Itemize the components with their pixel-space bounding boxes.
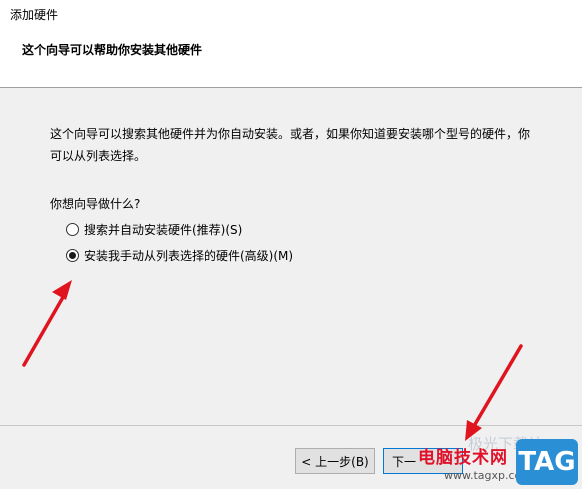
window-title: 添加硬件 xyxy=(10,8,59,22)
wizard-heading: 这个向导可以帮助你安装其他硬件 xyxy=(22,43,203,57)
description-line-2: 可以从列表选择。 xyxy=(50,149,147,163)
radio-manual-install[interactable] xyxy=(66,249,79,262)
radio-auto-search[interactable] xyxy=(66,223,79,236)
watermark-tag-logo: TAG xyxy=(516,439,578,485)
title-bar: 添加硬件 xyxy=(0,0,582,28)
option-manual-install[interactable]: 安装我手动从列表选择的硬件(高级)(M) xyxy=(66,247,293,264)
watermark-site-name: 电脑技术网 xyxy=(418,448,508,468)
wizard-content: 这个向导可以搜索其他硬件并为你自动安装。或者，如果你知道要安装哪个型号的硬件，你… xyxy=(0,89,582,425)
back-button[interactable]: < 上一步(B) xyxy=(295,448,375,474)
site-watermark: 极光下载站 电脑技术网 www.tagxp.com TAG xyxy=(414,435,582,489)
description-line-1: 这个向导可以搜索其他硬件并为你自动安装。或者，如果你知道要安装哪个型号的硬件，你 xyxy=(50,127,531,141)
add-hardware-dialog: 添加硬件 这个向导可以帮助你安装其他硬件 这个向导可以搜索其他硬件并为你自动安装… xyxy=(0,0,582,489)
option-auto-search-label: 搜索并自动安装硬件(推荐)(S) xyxy=(84,223,243,237)
wizard-question: 你想向导做什么? xyxy=(50,197,141,211)
wizard-header: 这个向导可以帮助你安装其他硬件 xyxy=(0,28,582,88)
option-auto-search[interactable]: 搜索并自动安装硬件(推荐)(S) xyxy=(66,221,242,238)
wizard-description: 这个向导可以搜索其他硬件并为你自动安装。或者，如果你知道要安装哪个型号的硬件，你… xyxy=(50,123,550,167)
option-manual-install-label: 安装我手动从列表选择的硬件(高级)(M) xyxy=(84,249,294,263)
